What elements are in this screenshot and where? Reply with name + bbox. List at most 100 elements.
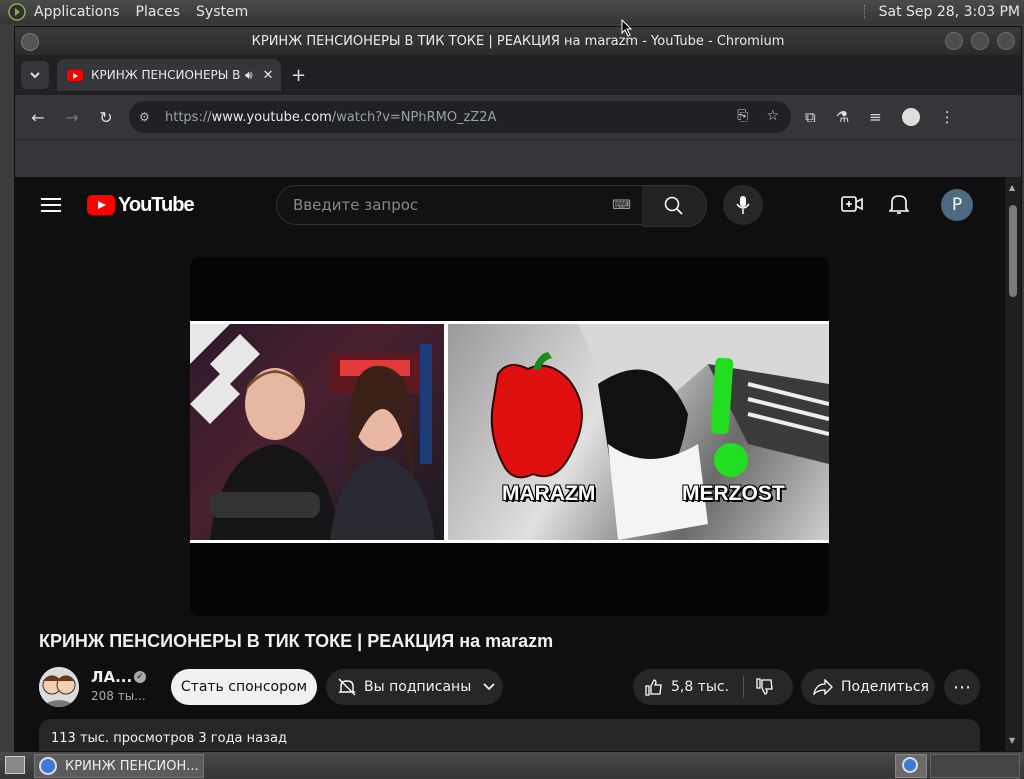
channel-name[interactable]: ЛА...	[91, 668, 132, 686]
url-host: www.youtube.com	[211, 109, 332, 125]
menu-system[interactable]: System	[196, 4, 248, 20]
view-count-date: 113 тыс. просмотров 3 года назад	[51, 731, 287, 746]
subscriber-count: 208 ты...	[91, 689, 146, 703]
window-menu-button[interactable]	[21, 33, 39, 51]
search-box[interactable]: Введите запрос ⌨	[276, 185, 644, 225]
close-window-button[interactable]	[997, 32, 1015, 50]
panel-separator	[863, 5, 867, 19]
clock[interactable]: Sat Sep 28, 3:03 PM	[879, 4, 1020, 20]
url-prefix: https://	[165, 109, 212, 125]
tab-title: КРИНЖ ПЕНСИОНЕРЫ В ТИК ТОКЕ | РЕАКЦИЯ на…	[91, 68, 241, 82]
labs-flask-icon[interactable]: ⚗	[836, 108, 849, 126]
verified-check-icon: ✓	[134, 671, 146, 683]
url-path: /watch?v=NPhRMO_zZ2A	[331, 109, 497, 125]
thumbs-up-icon[interactable]	[645, 678, 663, 696]
thumbs-down-icon[interactable]	[756, 678, 774, 696]
chevron-down-icon	[30, 72, 40, 78]
description-box[interactable]: 113 тыс. просмотров 3 года назад	[39, 719, 980, 751]
scroll-up-arrow-icon[interactable]: ▲	[1009, 183, 1015, 192]
mouse-cursor-icon	[621, 19, 633, 37]
bottom-taskbar: КРИНЖ ПЕНСИОН...	[0, 752, 1024, 778]
artwork-scene: MARAZM MERZOST	[448, 324, 829, 540]
system-top-bar: Applications Places System Sat Sep 28, 3…	[0, 0, 1024, 24]
menu-places[interactable]: Places	[136, 4, 181, 20]
channel-avatar[interactable]	[39, 667, 79, 707]
page-scrollbar[interactable]: ▲ ▼	[1005, 177, 1021, 751]
youtube-logo[interactable]: YouTube	[87, 193, 195, 217]
keyboard-icon[interactable]: ⌨	[612, 198, 631, 213]
browser-toolbar: ← → ↻ ⚙ https://www.youtube.com/watch?v=…	[15, 95, 1021, 139]
like-divider	[743, 676, 745, 698]
extensions-icon[interactable]: ⧉	[805, 108, 816, 126]
subscribed-button[interactable]: Вы подписаны	[326, 669, 503, 705]
hamburger-menu-icon[interactable]	[41, 198, 61, 212]
bell-off-icon	[338, 678, 356, 696]
more-actions-button[interactable]: ⋯	[944, 669, 980, 705]
address-bar[interactable]: ⚙ https://www.youtube.com/watch?v=NPhRMO…	[129, 101, 791, 133]
speaker-icon[interactable]: 🔊︎	[245, 68, 253, 83]
tab-strip: КРИНЖ ПЕНСИОНЕРЫ В ТИК ТОКЕ | РЕАКЦИЯ на…	[15, 55, 1021, 95]
chromium-icon	[39, 757, 57, 775]
video-player[interactable]: MARAZM MERZOST	[190, 257, 829, 616]
webcam-illustration	[190, 324, 435, 540]
subscribed-label: Вы подписаны	[364, 679, 472, 695]
info-bar	[15, 139, 1021, 178]
menu-kebab-icon[interactable]: ⋮	[940, 108, 955, 126]
chevron-down-icon	[483, 683, 495, 691]
show-desktop-button[interactable]	[5, 756, 25, 774]
tab-youtube[interactable]: КРИНЖ ПЕНСИОНЕРЫ В ТИК ТОКЕ | РЕАКЦИЯ на…	[57, 59, 281, 91]
media-controls-icon[interactable]: ≡	[869, 108, 882, 126]
channel-row: ЛА... ✓ 208 ты... Стать спонсором Вы под…	[39, 665, 989, 709]
share-label: Поделиться	[841, 679, 929, 695]
notifications-bell-icon[interactable]	[889, 193, 909, 215]
gnome-foot-icon[interactable]	[8, 3, 26, 21]
channel-avatar-illustration	[39, 667, 79, 707]
reload-button[interactable]: ↻	[89, 108, 123, 127]
search-input[interactable]: Введите запрос	[293, 196, 612, 214]
browser-window: КРИНЖ ПЕНСИОНЕРЫ В ТИК ТОКЕ | РЕАКЦИЯ на…	[14, 26, 1022, 752]
youtube-wordmark: YouTube	[118, 193, 195, 216]
like-count[interactable]: 5,8 тыс.	[671, 679, 729, 695]
menu-applications[interactable]: Applications	[34, 4, 120, 20]
url-text[interactable]: https://www.youtube.com/watch?v=NPhRMO_z…	[165, 110, 496, 125]
more-dots-icon: ⋯	[953, 676, 971, 698]
maximize-button[interactable]	[971, 32, 989, 50]
youtube-header: YouTube Введите запрос ⌨ P	[15, 177, 1005, 233]
taskbar-window-title: КРИНЖ ПЕНСИОН...	[65, 758, 199, 774]
voice-search-button[interactable]	[723, 185, 763, 225]
new-tab-button[interactable]: +	[291, 65, 306, 86]
search-icon	[664, 196, 683, 215]
youtube-page: YouTube Введите запрос ⌨ P MARAZM MERZOS…	[15, 177, 1005, 751]
install-app-icon[interactable]: ⎘	[737, 108, 748, 124]
microphone-icon	[736, 196, 750, 214]
window-titlebar[interactable]: КРИНЖ ПЕНСИОНЕРЫ В ТИК ТОКЕ | РЕАКЦИЯ на…	[15, 27, 1021, 55]
scroll-down-arrow-icon[interactable]: ▼	[1009, 736, 1015, 745]
video-title: КРИНЖ ПЕНСИОНЕРЫ В ТИК ТОКЕ | РЕАКЦИЯ на…	[39, 631, 554, 651]
taskbar-window-button[interactable]: КРИНЖ ПЕНСИОН...	[34, 754, 204, 778]
profile-icon[interactable]	[901, 108, 920, 126]
youtube-favicon-icon	[67, 69, 83, 81]
sponsor-button[interactable]: Стать спонсором	[171, 669, 317, 705]
bookmark-star-icon[interactable]: ☆	[766, 108, 779, 124]
workspace-1[interactable]	[895, 754, 927, 778]
tab-search-button[interactable]	[21, 61, 49, 89]
scrollbar-thumb[interactable]	[1009, 205, 1017, 297]
search-button[interactable]	[642, 185, 707, 227]
share-arrow-icon	[813, 679, 833, 695]
left-caption: MARAZM	[502, 482, 596, 505]
site-info-icon[interactable]: ⚙	[139, 110, 165, 124]
minimize-button[interactable]	[945, 32, 963, 50]
like-dislike-group: 5,8 тыс.	[633, 669, 793, 705]
tab-close-icon[interactable]: ✕	[263, 68, 274, 83]
back-button[interactable]: ←	[21, 108, 55, 127]
video-frame: MARAZM MERZOST	[190, 321, 829, 543]
account-avatar[interactable]: P	[941, 189, 973, 221]
artwork-illustration	[490, 324, 829, 540]
webcam-scene	[190, 324, 444, 540]
forward-button[interactable]: →	[55, 108, 89, 127]
share-button[interactable]: Поделиться	[801, 669, 935, 705]
workspace-2[interactable]	[930, 754, 1020, 778]
youtube-play-logo-icon	[87, 195, 115, 215]
create-video-icon[interactable]	[841, 195, 863, 213]
right-caption: MERZOST	[682, 482, 785, 505]
